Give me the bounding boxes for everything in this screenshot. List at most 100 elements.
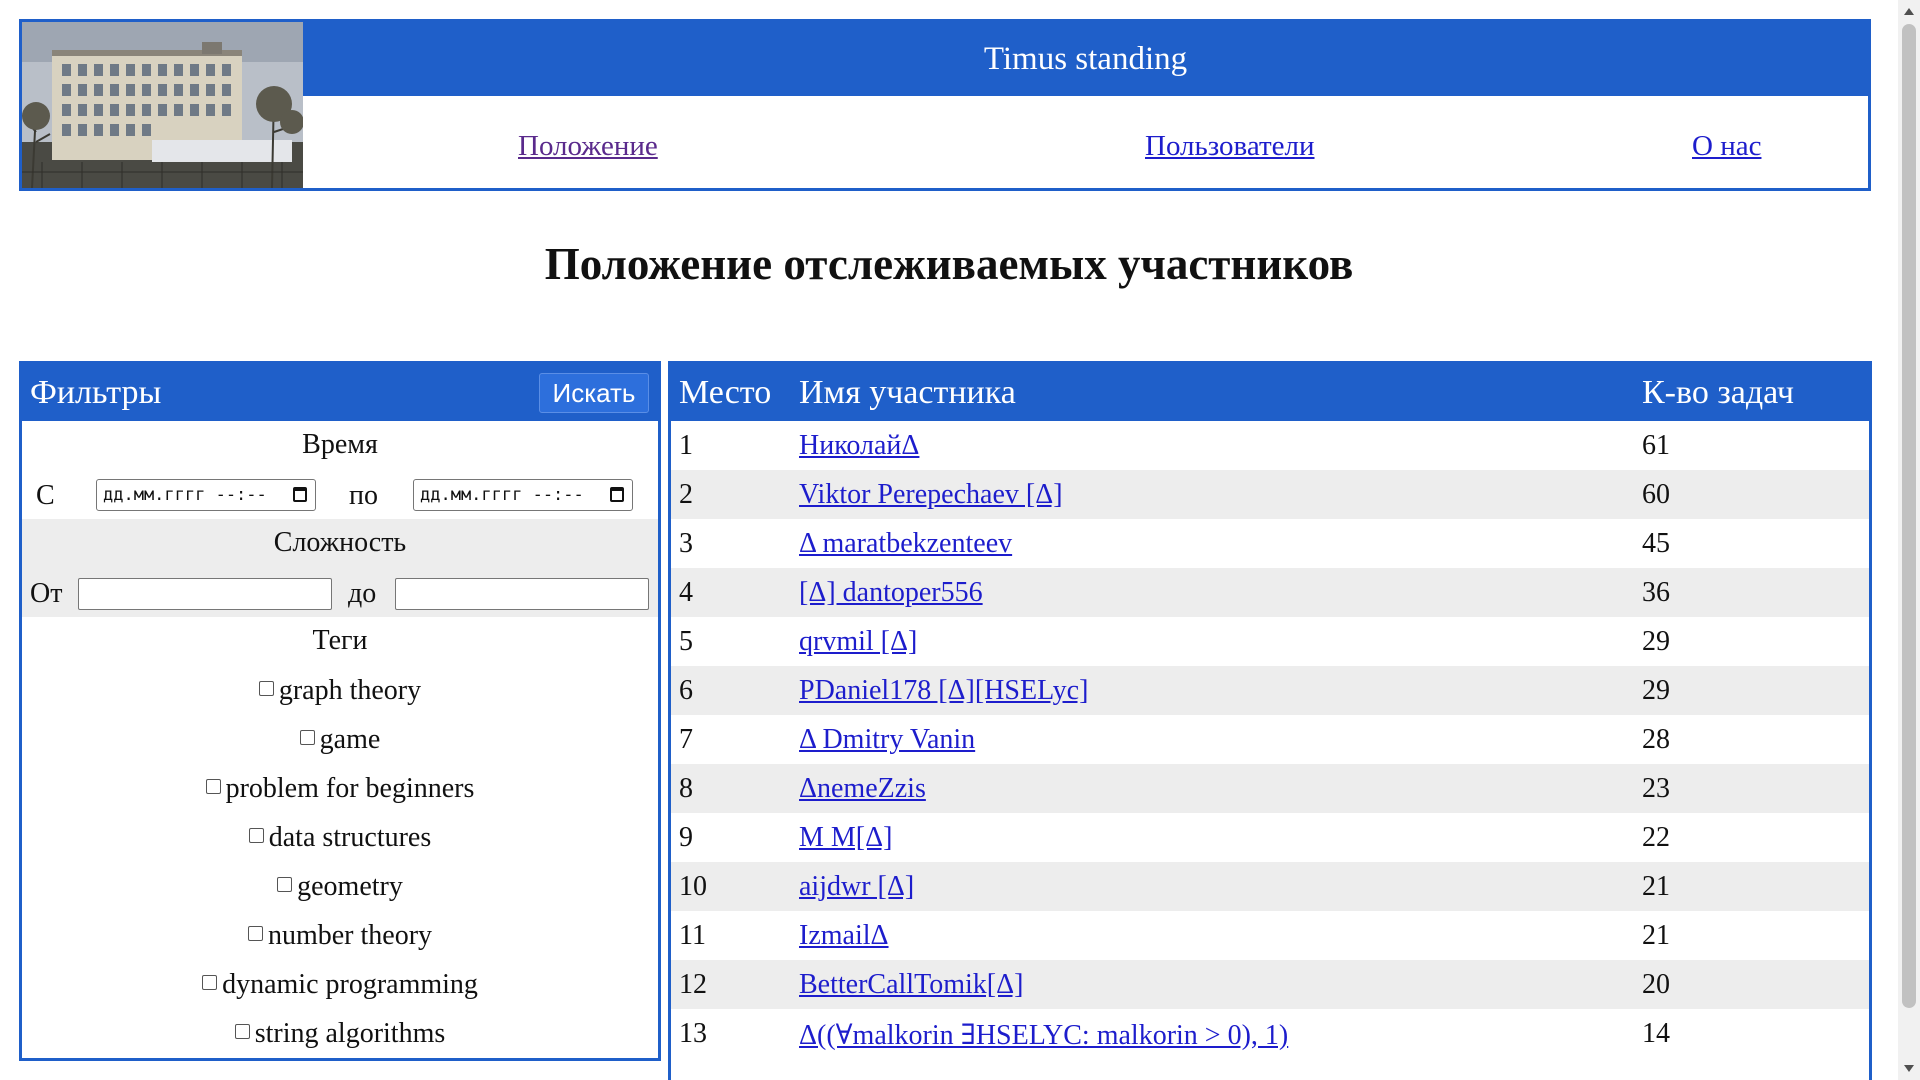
filters-header: Фильтры Искать bbox=[22, 364, 658, 421]
row-solved: 29 bbox=[1642, 626, 1670, 657]
tag-geometry[interactable]: geometry bbox=[22, 862, 658, 911]
calendar-icon[interactable] bbox=[293, 487, 307, 502]
time-from-input[interactable]: дд.мм.гггг --:-- bbox=[96, 479, 316, 511]
row-place: 8 bbox=[679, 773, 693, 804]
row-user-link[interactable]: НиколайΔ bbox=[799, 430, 919, 462]
column-header-name: Имя участника bbox=[799, 374, 1016, 411]
row-solved: 20 bbox=[1642, 969, 1670, 1000]
nav-link-standings[interactable]: Положение bbox=[518, 130, 658, 163]
row-user-link[interactable]: IzmailΔ bbox=[799, 920, 889, 952]
tag-label: string algorithms bbox=[254, 1017, 446, 1049]
tag-checkbox[interactable] bbox=[234, 1024, 250, 1039]
tag-label: data structures bbox=[268, 821, 432, 853]
tag-checkbox[interactable] bbox=[205, 779, 221, 794]
row-user-link[interactable]: ΔnemeZzis bbox=[799, 773, 926, 805]
row-user-link[interactable]: BetterCallTomik[Δ] bbox=[799, 969, 1023, 1001]
nav-link-users[interactable]: Пользователи bbox=[1145, 130, 1315, 163]
time-range-row: С дд.мм.гггг --:-- по дд.мм.гггг --:-- bbox=[22, 470, 658, 519]
tag-data-structures[interactable]: data structures bbox=[22, 813, 658, 862]
table-row: 12 BetterCallTomik[Δ] 20 bbox=[671, 960, 1869, 1009]
tag-label: dynamic programming bbox=[222, 968, 478, 1000]
row-place: 2 bbox=[679, 479, 693, 510]
tag-checkbox[interactable] bbox=[248, 828, 264, 843]
calendar-icon[interactable] bbox=[610, 487, 624, 502]
row-user-link[interactable]: aijdwr [Δ] bbox=[799, 871, 914, 903]
row-place: 11 bbox=[679, 920, 706, 951]
row-solved: 14 bbox=[1642, 1018, 1670, 1049]
row-solved: 21 bbox=[1642, 871, 1670, 902]
row-user-link[interactable]: Viktor Perepechaev [Δ] bbox=[799, 479, 1063, 511]
table-row: 11 IzmailΔ 21 bbox=[671, 911, 1869, 960]
row-user-link[interactable]: Δ((∀malkorin ∃HSELYC: malkorin > 0), 1) bbox=[799, 1018, 1288, 1052]
site-header: Timus standing Положение Пользователи О … bbox=[19, 19, 1871, 191]
page-scrollbar[interactable] bbox=[1898, 0, 1920, 1080]
tag-game[interactable]: game bbox=[22, 715, 658, 764]
time-from-placeholder: дд.мм.гггг --:-- bbox=[103, 485, 267, 505]
row-solved: 29 bbox=[1642, 675, 1670, 706]
tag-checkbox[interactable] bbox=[299, 730, 315, 745]
difficulty-to-input[interactable] bbox=[395, 578, 649, 610]
tag-problem-for-beginners[interactable]: problem for beginners bbox=[22, 764, 658, 813]
row-user-link[interactable]: PDaniel178 [Δ][HSELyc] bbox=[799, 675, 1088, 707]
tags-heading: Теги bbox=[312, 625, 368, 656]
tag-dynamic-programming[interactable]: dynamic programming bbox=[22, 960, 658, 1009]
scroll-up-arrow-icon[interactable] bbox=[1904, 8, 1914, 15]
difficulty-heading: Сложность bbox=[273, 527, 407, 558]
row-solved: 60 bbox=[1642, 479, 1670, 510]
site-title: Timus standing bbox=[303, 22, 1868, 96]
table-row: 8 ΔnemeZzis 23 bbox=[671, 764, 1869, 813]
row-place: 5 bbox=[679, 626, 693, 657]
row-user-link[interactable]: M M[Δ] bbox=[799, 822, 892, 854]
search-button[interactable]: Искать bbox=[539, 373, 649, 413]
row-user-link[interactable]: Δ maratbekzenteev bbox=[799, 528, 1012, 560]
time-heading-row: Время bbox=[22, 421, 658, 470]
row-solved: 23 bbox=[1642, 773, 1670, 804]
row-place: 9 bbox=[679, 822, 693, 853]
scrollbar-thumb[interactable] bbox=[1902, 24, 1916, 1008]
row-solved: 36 bbox=[1642, 577, 1670, 608]
difficulty-heading-row: Сложность bbox=[22, 519, 658, 568]
row-place: 7 bbox=[679, 724, 693, 755]
page-title: Положение отслеживаемых участников bbox=[544, 239, 1354, 289]
tag-checkbox[interactable] bbox=[258, 681, 274, 696]
nav-link-about[interactable]: О нас bbox=[1692, 130, 1761, 163]
building-photo bbox=[22, 22, 303, 188]
table-row: 9 M M[Δ] 22 bbox=[671, 813, 1869, 862]
row-user-link[interactable]: [Δ] dantoper556 bbox=[799, 577, 983, 609]
row-place: 6 bbox=[679, 675, 693, 706]
table-row: 4 [Δ] dantoper556 36 bbox=[671, 568, 1869, 617]
row-user-link[interactable]: qrvmil [Δ] bbox=[799, 626, 917, 658]
tag-checkbox[interactable] bbox=[202, 975, 218, 990]
table-row: 2 Viktor Perepechaev [Δ] 60 bbox=[671, 470, 1869, 519]
table-row: 7 Δ Dmitry Vanin 28 bbox=[671, 715, 1869, 764]
row-place: 13 bbox=[679, 1018, 707, 1049]
scroll-down-arrow-icon[interactable] bbox=[1904, 1065, 1914, 1072]
column-header-solved: К-во задач bbox=[1642, 374, 1794, 411]
tag-checkbox[interactable] bbox=[247, 926, 263, 941]
time-from-label: С bbox=[36, 480, 55, 511]
time-to-label: по bbox=[349, 480, 378, 511]
filters-title: Фильтры bbox=[30, 374, 162, 411]
tag-label: geometry bbox=[297, 870, 403, 902]
standings-table: Место Имя участника К-во задач 1 НиколайΔ… bbox=[668, 361, 1872, 1080]
tag-checkbox[interactable] bbox=[277, 877, 293, 892]
tag-label: problem for beginners bbox=[225, 772, 475, 804]
row-place: 10 bbox=[679, 871, 707, 902]
table-row: 5 qrvmil [Δ] 29 bbox=[671, 617, 1869, 666]
difficulty-from-input[interactable] bbox=[78, 578, 332, 610]
row-user-link[interactable]: Δ Dmitry Vanin bbox=[799, 724, 975, 756]
difficulty-from-label: От bbox=[30, 578, 63, 609]
tag-graph-theory[interactable]: graph theory bbox=[22, 666, 658, 715]
time-heading: Время bbox=[302, 429, 378, 460]
column-header-place: Место bbox=[679, 374, 772, 411]
time-to-input[interactable]: дд.мм.гггг --:-- bbox=[413, 479, 633, 511]
tag-number-theory[interactable]: number theory bbox=[22, 911, 658, 960]
row-solved: 21 bbox=[1642, 920, 1670, 951]
page: Timus standing Положение Пользователи О … bbox=[0, 0, 1898, 1080]
row-solved: 45 bbox=[1642, 528, 1670, 559]
tag-label: graph theory bbox=[278, 674, 422, 706]
row-place: 1 bbox=[679, 430, 693, 461]
tag-string-algorithms[interactable]: string algorithms bbox=[22, 1009, 658, 1058]
row-place: 12 bbox=[679, 969, 707, 1000]
table-row: 10 aijdwr [Δ] 21 bbox=[671, 862, 1869, 911]
